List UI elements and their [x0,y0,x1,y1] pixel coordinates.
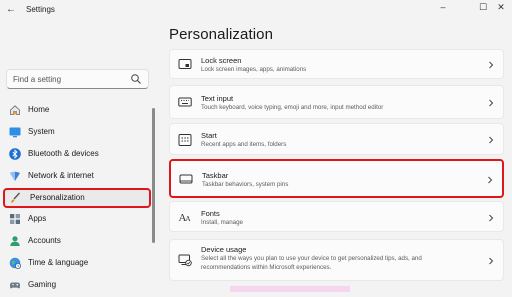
chevron-right-icon [489,257,494,265]
settings-card-lock-screen[interactable]: Lock screen Lock screen images, apps, an… [169,49,504,79]
settings-card-device-usage[interactable]: Device usage Select all the ways you pla… [169,239,504,281]
sidebar-nav: Home System Bluetooth & devices Network … [0,100,160,297]
minimize-button[interactable]: – [430,0,456,16]
back-arrow-icon[interactable]: ← [6,4,16,15]
network-icon [10,171,20,181]
settings-card-start[interactable]: Start Recent apps and items, folders [169,123,504,155]
card-title: Start [201,131,217,140]
settings-card-taskbar[interactable]: Taskbar Taskbar behaviors, system pins [169,159,504,198]
keyboard-icon [178,97,192,107]
sidebar-item-label: System [28,126,55,136]
card-description: Lock screen images, apps, animations [201,66,307,73]
settings-card-text-input[interactable]: Text input Touch keyboard, voice typing,… [169,85,504,119]
sidebar-item-label: Gaming [28,280,57,290]
sidebar-item-label: Apps [28,214,47,224]
sidebar-item-network[interactable]: Network & internet [3,166,151,186]
card-title: Fonts [201,209,220,218]
sidebar-item-home[interactable]: Home [3,100,151,120]
gamepad-icon [10,282,20,289]
bluetooth-icon [9,147,21,160]
sidebar-item-label: Time & language [28,258,89,268]
card-title: Lock screen [201,56,242,65]
accounts-icon [10,236,20,247]
chevron-right-icon [489,136,494,144]
fonts-icon: A A [179,212,192,224]
page-title: Personalization [169,26,274,43]
svg-text:A: A [185,214,191,223]
apps-icon [10,214,20,225]
start-icon [178,134,192,146]
title-bar: ← Settings – ☐ ✕ [0,0,512,22]
sidebar-item-gaming[interactable]: Gaming [3,275,151,295]
search-input[interactable] [13,73,125,85]
device-usage-icon [178,254,192,267]
card-title: Taskbar [202,171,229,180]
home-icon [10,105,20,115]
card-description: Touch keyboard, voice typing, emoji and … [201,104,384,111]
card-description: Select all the ways you plan to use your… [201,255,422,271]
taskbar-icon [179,174,193,184]
settings-card-fonts[interactable]: A A Fonts Install, manage [169,201,504,232]
sidebar-scrollbar[interactable] [152,108,155,243]
sidebar-item-apps[interactable]: Apps [3,209,151,229]
chevron-right-icon [489,99,494,107]
sidebar-item-time-language[interactable]: Time & language [3,253,151,273]
card-title: Text input [201,94,234,103]
chevron-right-icon [489,61,494,69]
window-title: Settings [26,5,55,14]
sidebar-item-label: Personalization [30,192,85,202]
sidebar-item-accounts[interactable]: Accounts [3,231,151,251]
brush-icon [11,192,21,203]
search-box[interactable] [6,69,149,89]
card-description: Taskbar behaviors, system pins [202,181,289,188]
monitor-icon [9,127,21,138]
sidebar-item-label: Home [28,105,50,114]
search-icon[interactable] [130,73,142,85]
chevron-right-icon [489,214,494,222]
chevron-right-icon [488,176,493,184]
card-description: Install, manage [201,219,243,226]
sidebar-item-bluetooth[interactable]: Bluetooth & devices [3,144,151,164]
sidebar-item-personalization[interactable]: Personalization [3,187,151,208]
sidebar-item-label: Network & internet [28,170,94,180]
close-button[interactable]: ✕ [490,0,512,16]
card-description: Recent apps and items, folders [201,141,287,148]
globe-icon [9,257,21,270]
sidebar-item-system[interactable]: System [3,122,151,142]
lock-screen-icon [178,59,192,69]
sidebar-item-label: Bluetooth & devices [28,148,99,158]
partial-card-edge [230,286,350,292]
card-title: Device usage [201,245,247,254]
sidebar-item-label: Accounts [28,236,61,246]
